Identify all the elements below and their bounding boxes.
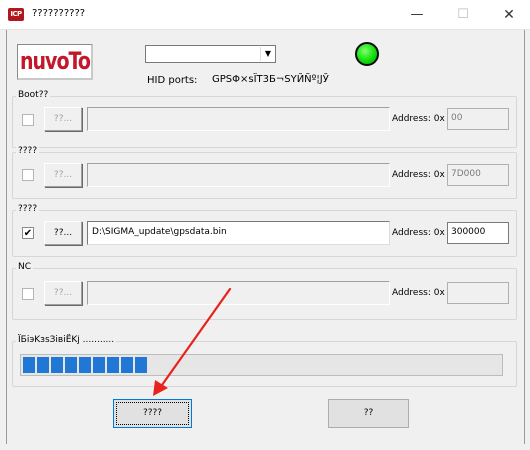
group-boot-checkbox[interactable] xyxy=(22,114,34,126)
group-2-checkbox[interactable] xyxy=(22,169,34,181)
group-boot-path-field[interactable] xyxy=(87,107,390,131)
program-button[interactable]: ???? xyxy=(113,399,192,428)
group-3-address-label: Address: 0x xyxy=(392,228,445,238)
group-3-path-field[interactable]: D:\SIGMA_update\gpsdata.bin xyxy=(87,221,390,245)
progress-segment xyxy=(107,357,119,373)
group-2-address-value: 7D000 xyxy=(451,169,481,179)
group-boot-address-value: 00 xyxy=(451,113,463,123)
group-3-address-value: 300000 xyxy=(451,227,486,237)
group-boot-address-label: Address: 0x xyxy=(392,114,445,124)
group-boot-legend: Boot?? xyxy=(16,90,51,100)
group-3-path-text: D:\SIGMA_update\gpsdata.bin xyxy=(92,227,227,237)
progress-segment xyxy=(65,357,77,373)
app-icon: ICP xyxy=(8,8,24,21)
chevron-down-icon[interactable]: ▼ xyxy=(260,47,275,61)
minimize-button[interactable]: — xyxy=(394,0,440,30)
hid-device-info: GPSΦ×sÏT3Б¬SYЙÑº¦ЈЎ xyxy=(212,74,329,85)
group-3-legend: ???? xyxy=(16,204,40,214)
group-3-address-input[interactable]: 300000 xyxy=(447,222,509,244)
hid-port-select[interactable]: ▼ xyxy=(145,45,276,63)
progress-segment xyxy=(23,357,35,373)
connection-status-icon xyxy=(355,42,379,66)
group-boot-address-input[interactable]: 00 xyxy=(447,108,509,130)
group-3-browse-button[interactable]: ??... xyxy=(44,221,82,245)
window-title: ?????????? xyxy=(32,8,86,19)
hid-ports-label: HID ports: xyxy=(147,75,198,86)
group-nc-checkbox[interactable] xyxy=(22,288,34,300)
maximize-button[interactable]: ☐ xyxy=(440,0,486,30)
progress-bar xyxy=(20,354,503,376)
progress-segment xyxy=(37,357,49,373)
nuvoton-logo: nuvoTon xyxy=(17,44,93,80)
group-2-address-label: Address: 0x xyxy=(392,170,445,180)
close-button[interactable]: ✕ xyxy=(486,0,530,30)
group-nc-address-label: Address: 0x xyxy=(392,288,445,298)
progress-segment xyxy=(93,357,105,373)
title-bar: ICP ?????????? — ☐ ✕ xyxy=(0,0,530,30)
progress-segment xyxy=(121,357,133,373)
group-2-legend: ???? xyxy=(16,146,40,156)
group-2-path-field[interactable] xyxy=(87,163,390,187)
progress-legend: ÏБiэKзsЗiвiЁKј ........... xyxy=(16,335,117,345)
group-nc-browse-button[interactable]: ??... xyxy=(44,281,82,305)
group-3-checkbox[interactable]: ✔ xyxy=(22,227,34,239)
progress-segment xyxy=(79,357,91,373)
focus-rectangle xyxy=(116,402,189,425)
progress-segment xyxy=(51,357,63,373)
progress-segment xyxy=(135,357,147,373)
exit-button[interactable]: ?? xyxy=(328,399,409,428)
group-2-browse-button[interactable]: ??... xyxy=(44,163,82,187)
group-nc-path-field[interactable] xyxy=(87,281,390,305)
group-2-address-input[interactable]: 7D000 xyxy=(447,164,509,186)
group-boot-browse-button[interactable]: ??... xyxy=(44,107,82,131)
logo-text: nuvoTon xyxy=(20,47,91,76)
group-nc-address-input[interactable] xyxy=(447,282,509,304)
group-nc-legend: NC xyxy=(16,262,34,272)
exit-button-label: ?? xyxy=(363,408,374,418)
